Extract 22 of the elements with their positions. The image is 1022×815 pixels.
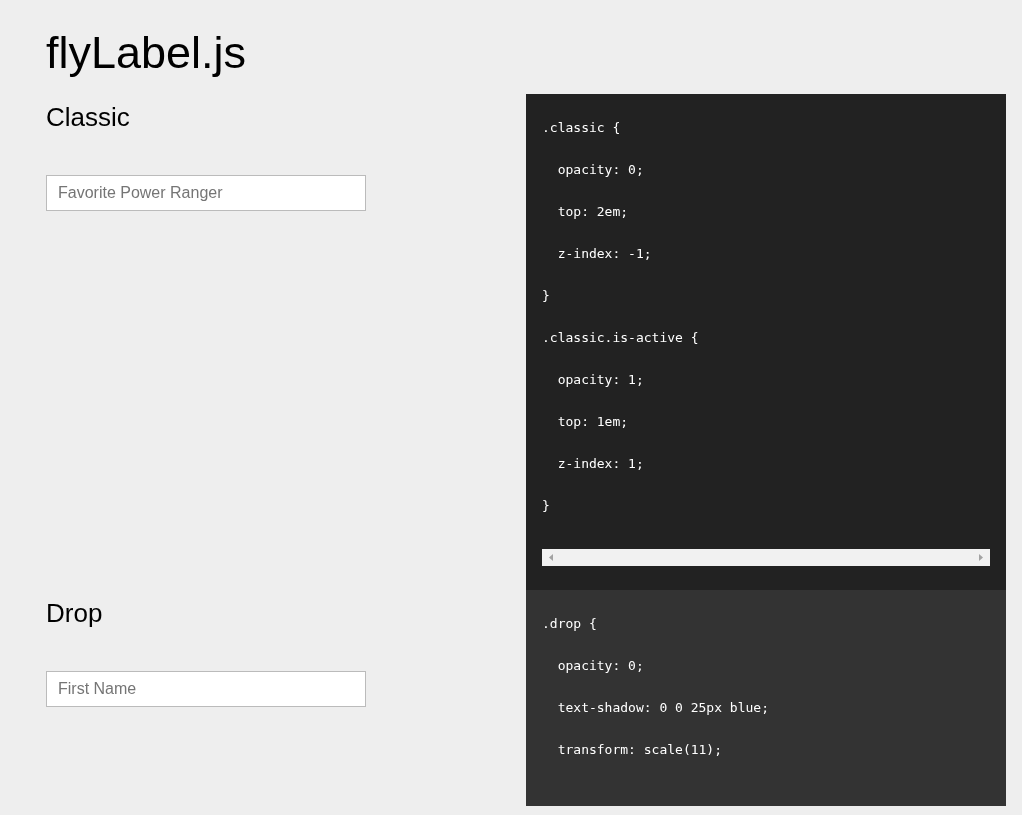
text-input-field[interactable]: First Name bbox=[46, 671, 366, 707]
code-line: transform: scale(11); bbox=[556, 741, 722, 759]
code-line: z-index: -1; bbox=[556, 245, 652, 263]
section-heading: Drop bbox=[46, 598, 103, 628]
code-line: text-shadow: 0 0 25px blue; bbox=[556, 699, 769, 717]
horizontal-scrollbar[interactable] bbox=[542, 549, 990, 566]
code-line: top: 1em; bbox=[556, 413, 629, 431]
code-line: .classic.is-active { bbox=[542, 329, 699, 347]
code-line: } bbox=[542, 497, 550, 515]
section-heading: Classic bbox=[46, 102, 130, 132]
scroll-right-icon[interactable] bbox=[979, 554, 983, 561]
code-line: z-index: 1; bbox=[556, 455, 644, 473]
code-line: opacity: 1; bbox=[556, 371, 644, 389]
code-line: top: 2em; bbox=[556, 203, 629, 221]
code-line: opacity: 0; bbox=[556, 657, 644, 675]
text-input-field[interactable]: Favorite Power Ranger bbox=[46, 175, 366, 211]
page-title: flyLabel.js bbox=[46, 26, 248, 80]
scroll-left-icon[interactable] bbox=[549, 554, 553, 561]
code-line: .classic { bbox=[542, 119, 621, 137]
code-line: } bbox=[542, 287, 550, 305]
code-line: opacity: 0; bbox=[556, 161, 644, 179]
code-line: .drop { bbox=[542, 615, 597, 633]
